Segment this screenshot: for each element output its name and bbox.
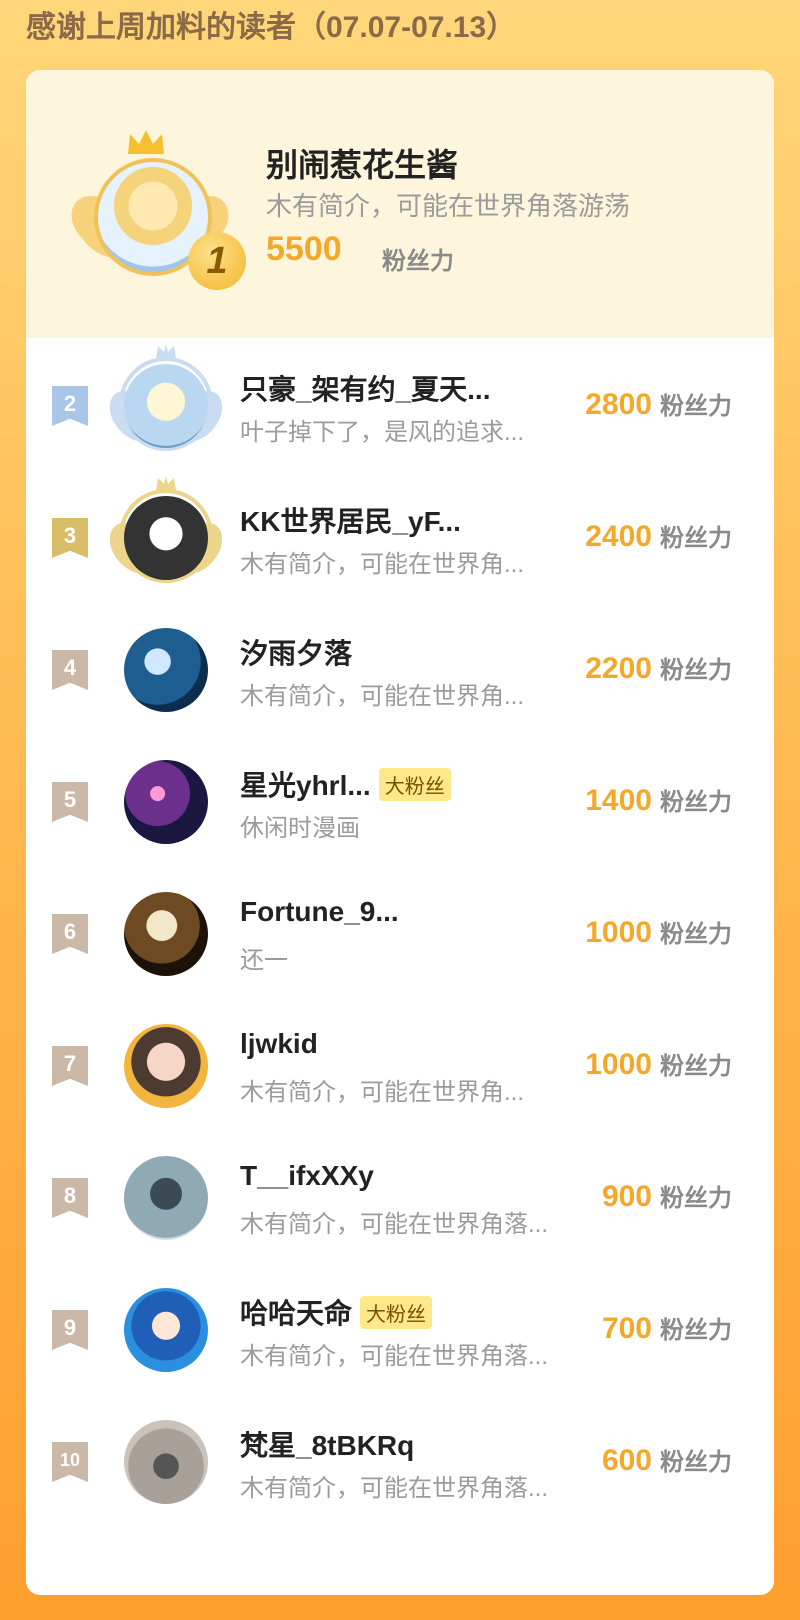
reader-score: 700	[601, 1312, 652, 1345]
reader-bio: 木有简介，可能在世界角落...	[240, 1475, 549, 1502]
reader-bio: 木有简介，可能在世界角...	[240, 551, 525, 578]
top-reader-unit: 粉丝力	[382, 248, 454, 275]
reader-name-text: T__ifxXXy	[240, 1160, 374, 1191]
reader-score: 1000	[585, 916, 652, 949]
big-fan-tag: 大粉丝	[378, 767, 451, 801]
reader-name[interactable]: KK世界居民_yF...	[240, 500, 461, 540]
top-reader-avatar-frame: 1	[62, 128, 246, 298]
reader-score-box: 600 粉丝力	[602, 1442, 732, 1478]
reader-score: 2200	[585, 652, 652, 685]
reader-score-box: 2400 粉丝力	[585, 518, 732, 554]
reader-score-box: 1400 粉丝力	[585, 782, 732, 818]
reader-score-box: 900 粉丝力	[602, 1178, 732, 1214]
reader-avatar[interactable]	[124, 892, 208, 976]
reader-name-text: KK世界居民_yF...	[240, 506, 461, 537]
reader-score-unit: 粉丝力	[660, 657, 732, 684]
reader-score: 1400	[585, 784, 652, 817]
reader-avatar[interactable]	[124, 1024, 208, 1108]
reader-bio: 休闲时漫画	[240, 815, 360, 842]
reader-score: 900	[601, 1180, 652, 1213]
reader-row[interactable]: 9 哈哈天命 大粉丝木有简介，可能在世界角落... 700 粉丝力	[26, 1262, 774, 1398]
rank-badge: 4	[52, 650, 88, 690]
rank-badge: 2	[52, 386, 88, 426]
reader-score: 2400	[585, 520, 652, 553]
reader-bio: 木有简介，可能在世界角落...	[240, 1211, 549, 1238]
reader-name-text: 梵星_8tBKRq	[240, 1430, 415, 1461]
reader-name[interactable]: 只豪_架有约_夏天...	[240, 368, 490, 408]
rank-badge: 5	[52, 782, 88, 822]
reader-score-box: 700 粉丝力	[602, 1310, 732, 1346]
reader-ranking-card: 1 别闹惹花生酱 木有简介，可能在世界角落游荡 5500 粉丝力 2 只豪_架有约…	[26, 70, 774, 1595]
crown-icon	[128, 130, 164, 154]
reader-score-unit: 粉丝力	[660, 525, 732, 552]
reader-name-text: 汐雨夕落	[240, 638, 353, 669]
rank-badge: 9	[52, 1310, 88, 1350]
reader-score-box: 2800 粉丝力	[585, 386, 732, 422]
rank-badge: 7	[52, 1046, 88, 1086]
reader-score-box: 1000 粉丝力	[585, 1046, 732, 1082]
reader-score-unit: 粉丝力	[660, 1449, 732, 1476]
reader-row[interactable]: 8 T__ifxXXy 木有简介，可能在世界角落... 900 粉丝力	[26, 1130, 774, 1266]
reader-score-unit: 粉丝力	[660, 1185, 732, 1212]
reader-score: 600	[601, 1444, 652, 1477]
reader-name-text: 只豪_架有约_夏天...	[240, 374, 491, 405]
rank-badge: 6	[52, 914, 88, 954]
rank-badge: 8	[52, 1178, 88, 1218]
top-reader-name[interactable]: 别闹惹花生酱	[266, 140, 458, 186]
reader-score-unit: 粉丝力	[660, 1053, 732, 1080]
reader-name[interactable]: T__ifxXXy	[240, 1160, 374, 1192]
rank-badge: 3	[52, 518, 88, 558]
reader-score-unit: 粉丝力	[660, 921, 732, 948]
reader-name[interactable]: 星光yhrl... 大粉丝	[240, 764, 451, 804]
big-fan-tag: 大粉丝	[360, 1295, 433, 1329]
reader-bio: 叶子掉下了，是风的追求...	[240, 419, 525, 446]
reader-bio: 木有简介，可能在世界角落...	[240, 1343, 549, 1370]
reader-name-text: ljwkid	[240, 1028, 318, 1059]
reader-score-box: 1000 粉丝力	[585, 914, 732, 950]
reader-name[interactable]: 汐雨夕落	[240, 632, 352, 672]
rank-1-medal: 1	[188, 232, 246, 290]
reader-name-text: 哈哈天命	[240, 1298, 353, 1329]
reader-row[interactable]: 6 Fortune_9... 还一 1000 粉丝力	[26, 866, 774, 1002]
page-title: 感谢上周加料的读者（07.07-07.13）	[26, 11, 517, 44]
reader-avatar[interactable]	[124, 364, 208, 448]
reader-score: 2800	[585, 388, 652, 421]
reader-score: 1000	[585, 1048, 652, 1081]
reader-name-text: 星光yhrl...	[240, 770, 371, 801]
reader-avatar[interactable]	[124, 496, 208, 580]
reader-row[interactable]: 10 梵星_8tBKRq 木有简介，可能在世界角落... 600 粉丝力	[26, 1394, 774, 1530]
reader-bio: 木有简介，可能在世界角...	[240, 1079, 525, 1106]
reader-name-text: Fortune_9...	[240, 896, 399, 927]
reader-score-unit: 粉丝力	[660, 789, 732, 816]
rank-badge: 10	[52, 1442, 88, 1482]
reader-avatar[interactable]	[124, 1420, 208, 1504]
reader-name[interactable]: 哈哈天命 大粉丝	[240, 1292, 433, 1332]
reader-name[interactable]: Fortune_9...	[240, 896, 399, 928]
reader-name[interactable]: ljwkid	[240, 1028, 318, 1060]
reader-avatar[interactable]	[124, 1156, 208, 1240]
reader-score-unit: 粉丝力	[660, 393, 732, 420]
reader-row[interactable]: 5 星光yhrl... 大粉丝 休闲时漫画 1400 粉丝力	[26, 734, 774, 870]
reader-avatar[interactable]	[124, 628, 208, 712]
reader-name[interactable]: 梵星_8tBKRq	[240, 1424, 414, 1464]
top-reader-panel[interactable]: 1 别闹惹花生酱 木有简介，可能在世界角落游荡 5500 粉丝力	[26, 70, 774, 338]
reader-avatar[interactable]	[124, 1288, 208, 1372]
reader-bio: 还一	[240, 947, 288, 974]
reader-row[interactable]: 4 汐雨夕落木有简介，可能在世界角... 2200 粉丝力	[26, 602, 774, 738]
reader-row[interactable]: 3 KK世界居民_yF... 木有简介，可能在世界角... 2400 粉丝力	[26, 470, 774, 606]
top-reader-score: 5500	[266, 230, 342, 268]
reader-row[interactable]: 7 ljwkid 木有简介，可能在世界角... 1000 粉丝力	[26, 998, 774, 1134]
reader-score-unit: 粉丝力	[660, 1317, 732, 1344]
reader-avatar[interactable]	[124, 760, 208, 844]
reader-row[interactable]: 2 只豪_架有约_夏天... 叶子掉下了，是风的追求... 2800 粉丝力	[26, 338, 774, 474]
reader-score-box: 2200 粉丝力	[585, 650, 732, 686]
top-reader-bio: 木有简介，可能在世界角落游荡	[266, 191, 631, 221]
reader-bio: 木有简介，可能在世界角...	[240, 683, 525, 710]
